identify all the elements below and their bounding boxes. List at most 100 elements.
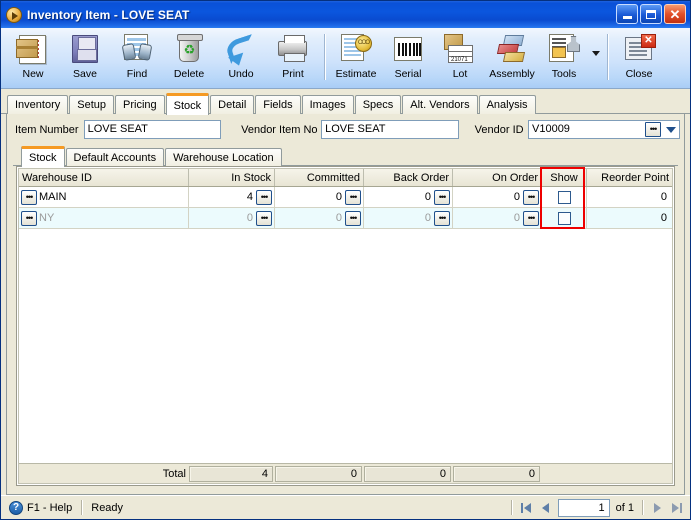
- table-row[interactable]: ••• NY 0 ••• 0 ••• 0 ••• 0 ••• 0: [19, 208, 672, 229]
- assembly-blocks-icon: [495, 33, 529, 66]
- first-record-button[interactable]: [516, 499, 536, 517]
- column-header-reorder-point[interactable]: Reorder Point: [587, 169, 672, 186]
- toolbar-button-lot[interactable]: Lot: [434, 31, 486, 87]
- committed-detail-button[interactable]: •••: [345, 189, 361, 205]
- cell-on-order[interactable]: 0 •••: [453, 208, 542, 228]
- committed-detail-button[interactable]: •••: [345, 210, 361, 226]
- column-header-back-order[interactable]: Back Order: [364, 169, 453, 186]
- cell-committed[interactable]: 0 •••: [275, 208, 364, 228]
- on-order-detail-button[interactable]: •••: [523, 210, 539, 226]
- toolbar-label-lot: Lot: [452, 68, 468, 80]
- cell-on-order[interactable]: 0 •••: [453, 187, 542, 207]
- tab-label-detail: Detail: [218, 99, 247, 111]
- warehouse-lookup-button[interactable]: •••: [21, 210, 37, 226]
- tab-stock[interactable]: Stock: [165, 93, 210, 115]
- minimize-button[interactable]: [616, 4, 638, 24]
- cell-in-stock[interactable]: 4 •••: [189, 187, 275, 207]
- toolbar-button-new[interactable]: New: [7, 31, 59, 87]
- totals-on-order: 0: [453, 465, 540, 482]
- item-number-label: Item Number: [15, 123, 79, 136]
- previous-record-button[interactable]: [536, 499, 556, 517]
- toolbar-button-print[interactable]: Print: [267, 31, 319, 87]
- toolbar-button-find[interactable]: Find: [111, 31, 163, 87]
- window-title-separator: -: [110, 7, 122, 22]
- maximize-button[interactable]: [640, 4, 662, 24]
- application-window: Inventory Item - LOVE SEAT ✕ New Save Fi…: [0, 0, 691, 520]
- toolbar-button-assembly[interactable]: Assembly: [486, 31, 538, 87]
- subtab-warehouse-location[interactable]: Warehouse Location: [165, 148, 282, 166]
- tab-detail[interactable]: Detail: [210, 95, 255, 114]
- toolbar-separator-2: [607, 34, 608, 80]
- toolbar-button-undo[interactable]: Undo: [215, 31, 267, 87]
- tab-inventory[interactable]: Inventory: [7, 95, 69, 114]
- previous-record-icon: [542, 502, 550, 513]
- cell-text-in-stock: 0: [246, 212, 253, 224]
- next-record-button[interactable]: [647, 499, 667, 517]
- window-controls: ✕: [616, 4, 686, 24]
- estimate-seal-icon: [339, 33, 373, 66]
- table-row[interactable]: ••• MAIN 4 ••• 0 ••• 0 ••• 0 ••• 0: [19, 187, 672, 208]
- stock-sub-tab-strip: Stock Default Accounts Warehouse Locatio…: [7, 145, 684, 167]
- cell-warehouse-id[interactable]: ••• NY: [19, 208, 189, 228]
- cell-warehouse-id[interactable]: ••• MAIN: [19, 187, 189, 207]
- cell-back-order[interactable]: 0 •••: [364, 187, 453, 207]
- toolbar-button-tools[interactable]: Tools: [538, 31, 590, 87]
- toolbar-button-estimate[interactable]: Estimate: [330, 31, 382, 87]
- tab-label-pricing: Pricing: [123, 99, 157, 111]
- item-number-input[interactable]: LOVE SEAT: [83, 120, 222, 139]
- grid-header-row: Warehouse ID In Stock Committed Back Ord…: [19, 169, 672, 187]
- vendor-item-no-input[interactable]: LOVE SEAT: [321, 120, 459, 139]
- toolbar-button-delete[interactable]: ♻ Delete: [163, 31, 215, 87]
- tools-dropdown-button[interactable]: [590, 31, 602, 87]
- toolbar-button-save[interactable]: Save: [59, 31, 111, 87]
- tab-specs[interactable]: Specs: [354, 95, 402, 114]
- main-toolbar: New Save Find ♻ Delete Undo Print OOO Es…: [1, 28, 690, 89]
- ellipsis-icon: •••: [349, 191, 358, 202]
- last-record-button[interactable]: [667, 499, 687, 517]
- show-checkbox[interactable]: [557, 211, 571, 225]
- cell-text-committed: 0: [335, 191, 342, 203]
- tab-pricing[interactable]: Pricing: [115, 95, 165, 114]
- cell-back-order[interactable]: 0 •••: [364, 208, 453, 228]
- tab-alt-vendors[interactable]: Alt. Vendors: [402, 95, 478, 114]
- close-button[interactable]: ✕: [664, 4, 686, 24]
- subtab-stock[interactable]: Stock: [21, 146, 65, 167]
- in-stock-detail-button[interactable]: •••: [256, 189, 272, 205]
- cell-in-stock[interactable]: 0 •••: [189, 208, 275, 228]
- show-checkbox[interactable]: [557, 190, 571, 204]
- help-hint[interactable]: ? F1 - Help: [4, 499, 77, 517]
- vendor-id-combo[interactable]: V10009 •••: [528, 120, 680, 139]
- cell-reorder-point[interactable]: 0: [587, 208, 672, 228]
- toolbar-label-assembly: Assembly: [489, 68, 535, 80]
- tab-setup[interactable]: Setup: [69, 95, 114, 114]
- column-header-in-stock[interactable]: In Stock: [189, 169, 275, 186]
- vendor-item-no-label: Vendor Item No: [241, 123, 318, 136]
- window-title: Inventory Item - LOVE SEAT: [27, 8, 189, 22]
- cell-show[interactable]: [542, 187, 587, 207]
- toolbar-button-serial[interactable]: Serial: [382, 31, 434, 87]
- warehouse-lookup-button[interactable]: •••: [21, 189, 37, 205]
- cell-show[interactable]: [542, 208, 587, 228]
- column-header-committed[interactable]: Committed: [275, 169, 364, 186]
- chevron-down-icon: [665, 126, 676, 133]
- subtab-default-accounts[interactable]: Default Accounts: [65, 148, 165, 166]
- in-stock-detail-button[interactable]: •••: [256, 210, 272, 226]
- vendor-id-dropdown-button[interactable]: [663, 122, 678, 137]
- tab-analysis[interactable]: Analysis: [478, 95, 536, 114]
- column-header-warehouse-id[interactable]: Warehouse ID: [19, 169, 189, 186]
- record-number-input[interactable]: 1: [557, 498, 610, 517]
- back-order-detail-button[interactable]: •••: [434, 189, 450, 205]
- vendor-id-lookup-button[interactable]: •••: [645, 122, 661, 137]
- ellipsis-icon: •••: [649, 124, 658, 134]
- tab-images[interactable]: Images: [301, 95, 354, 114]
- tab-fields[interactable]: Fields: [255, 95, 301, 114]
- tab-label-setup: Setup: [77, 99, 106, 111]
- column-header-show[interactable]: Show: [542, 169, 587, 186]
- cell-reorder-point[interactable]: 0: [587, 187, 672, 207]
- back-order-detail-button[interactable]: •••: [434, 210, 450, 226]
- cell-text-warehouse-id: MAIN: [39, 191, 67, 203]
- column-header-on-order[interactable]: On Order: [453, 169, 542, 186]
- on-order-detail-button[interactable]: •••: [523, 189, 539, 205]
- cell-committed[interactable]: 0 •••: [275, 187, 364, 207]
- toolbar-button-close[interactable]: ✕ Close: [613, 31, 665, 87]
